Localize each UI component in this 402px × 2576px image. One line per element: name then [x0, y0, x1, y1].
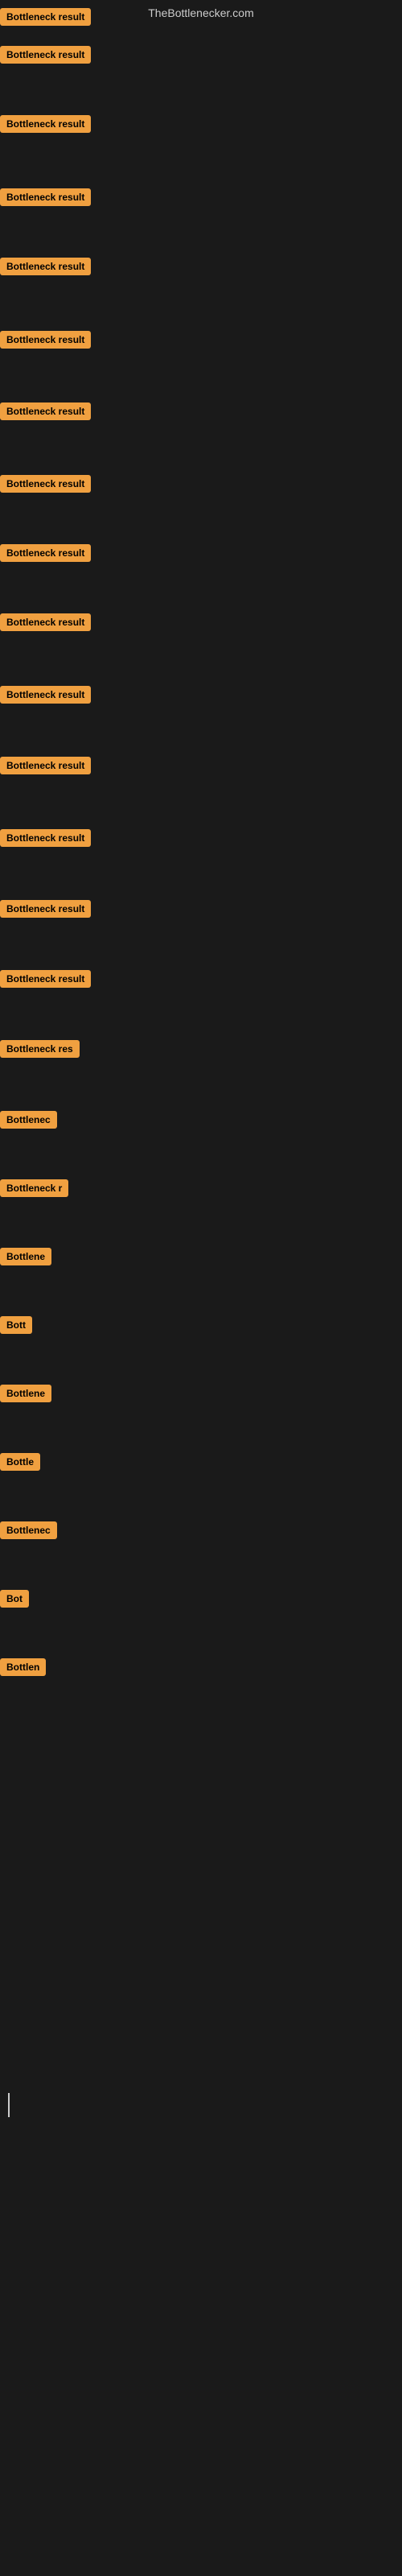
bottleneck-badge: Bottleneck result — [0, 46, 91, 64]
list-item[interactable]: Bottleneck result — [0, 544, 91, 562]
list-item[interactable]: Bottleneck res — [0, 1040, 80, 1058]
bottleneck-badge: Bottlen — [0, 1658, 46, 1676]
bottleneck-badge: Bottleneck result — [0, 544, 91, 562]
list-item[interactable]: Bottleneck r — [0, 1179, 68, 1197]
list-item[interactable]: Bottleneck result — [0, 900, 91, 918]
bottleneck-badge: Bottleneck result — [0, 900, 91, 918]
bottleneck-badge: Bottleneck r — [0, 1179, 68, 1197]
bottleneck-badge: Bottleneck result — [0, 8, 91, 26]
bottleneck-badge: Bottleneck result — [0, 115, 91, 133]
list-item[interactable]: Bottleneck result — [0, 258, 91, 275]
list-item[interactable]: Bottleneck result — [0, 188, 91, 206]
list-item[interactable]: Bottleneck result — [0, 331, 91, 349]
list-item[interactable]: Bottleneck result — [0, 475, 91, 493]
bottleneck-badge: Bottleneck result — [0, 188, 91, 206]
bottleneck-badge: Bottle — [0, 1453, 40, 1471]
bottleneck-badge: Bottlene — [0, 1385, 51, 1402]
bottleneck-badge: Bottleneck result — [0, 331, 91, 349]
bottleneck-badge: Bott — [0, 1316, 32, 1334]
list-item[interactable]: Bottle — [0, 1453, 40, 1471]
bottleneck-badge: Bottleneck result — [0, 258, 91, 275]
list-item[interactable]: Bottleneck result — [0, 8, 91, 26]
bottleneck-badge: Bottlene — [0, 1248, 51, 1265]
bottleneck-badge: Bot — [0, 1590, 29, 1608]
cursor — [8, 2093, 10, 2117]
bottleneck-badge: Bottlenec — [0, 1521, 57, 1539]
bottleneck-badge: Bottleneck result — [0, 970, 91, 988]
bottleneck-badge: Bottleneck result — [0, 613, 91, 631]
list-item[interactable]: Bottleneck result — [0, 829, 91, 847]
list-item[interactable]: Bottleneck result — [0, 402, 91, 420]
list-item[interactable]: Bottleneck result — [0, 613, 91, 631]
list-item[interactable]: Bottleneck result — [0, 115, 91, 133]
list-item[interactable]: Bottlenec — [0, 1111, 57, 1129]
bottleneck-badge: Bottleneck result — [0, 686, 91, 704]
list-item[interactable]: Bottleneck result — [0, 757, 91, 774]
bottleneck-badge: Bottleneck result — [0, 475, 91, 493]
list-item[interactable]: Bottlenec — [0, 1521, 57, 1539]
list-item[interactable]: Bott — [0, 1316, 32, 1334]
list-item[interactable]: Bot — [0, 1590, 29, 1608]
list-item[interactable]: Bottlene — [0, 1248, 51, 1265]
list-item[interactable]: Bottleneck result — [0, 46, 91, 64]
bottleneck-badge: Bottlenec — [0, 1111, 57, 1129]
bottleneck-badge: Bottleneck result — [0, 402, 91, 420]
list-item[interactable]: Bottleneck result — [0, 970, 91, 988]
list-item[interactable]: Bottleneck result — [0, 686, 91, 704]
bottleneck-badge: Bottleneck res — [0, 1040, 80, 1058]
list-item[interactable]: Bottlen — [0, 1658, 46, 1676]
bottleneck-badge: Bottleneck result — [0, 757, 91, 774]
list-item[interactable]: Bottlene — [0, 1385, 51, 1402]
bottleneck-badge: Bottleneck result — [0, 829, 91, 847]
